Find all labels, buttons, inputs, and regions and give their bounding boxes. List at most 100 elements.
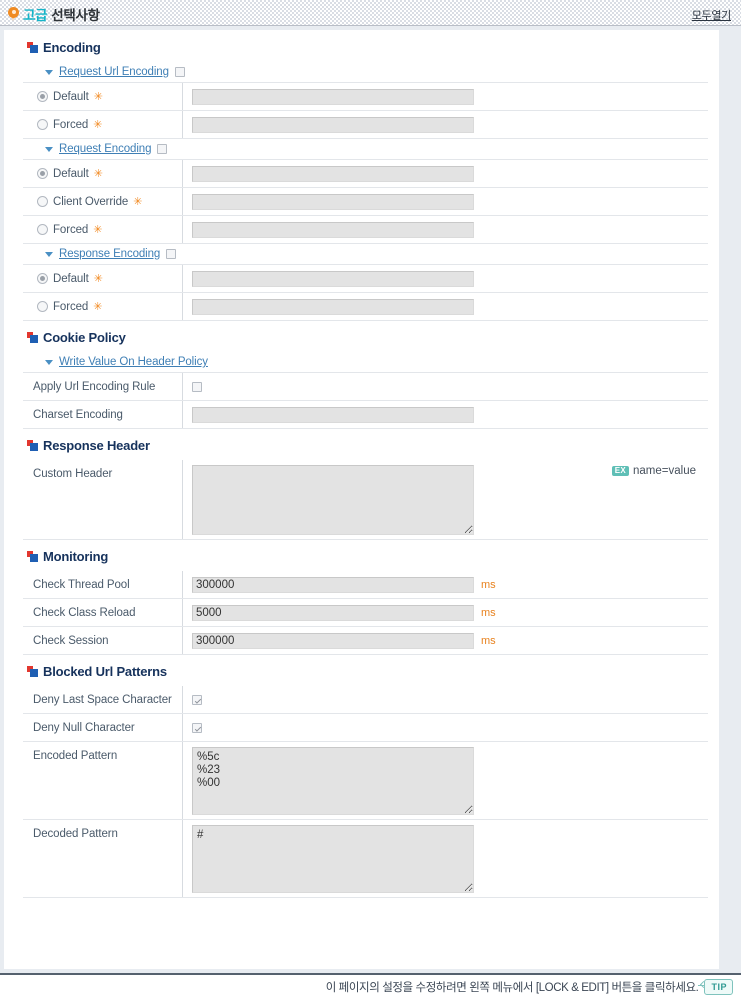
group-header-request-encoding[interactable]: Request Encoding	[23, 139, 708, 160]
radio-default[interactable]	[37, 168, 48, 179]
field-value-cell	[183, 686, 708, 713]
required-asterisk-icon: ✳	[93, 223, 103, 236]
content-frame: Encoding Request Url Encoding Default ✳ Forc…	[0, 26, 741, 973]
radio-forced[interactable]	[37, 119, 48, 130]
textarea-custom-header[interactable]	[192, 465, 474, 535]
required-asterisk-icon: ✳	[93, 300, 103, 313]
tip-badge: TIP	[698, 979, 733, 995]
field-label-cell: Default ✳	[23, 265, 183, 292]
checkbox-deny-null-character[interactable]	[192, 722, 202, 733]
chevron-down-icon[interactable]	[45, 252, 53, 257]
field-label-cell: Apply Url Encoding Rule	[23, 373, 183, 400]
radio-default[interactable]	[37, 273, 48, 284]
section-header: Cookie Policy	[23, 321, 708, 352]
textarea-decoded-pattern[interactable]	[192, 825, 474, 893]
input-charset-encoding[interactable]	[192, 406, 474, 423]
section-header: Blocked Url Patterns	[23, 655, 708, 686]
unit-label: ms	[481, 634, 496, 647]
input-client-override[interactable]	[192, 193, 474, 210]
field-label: Custom Header	[33, 468, 113, 480]
radio-forced[interactable]	[37, 301, 48, 312]
field-value-cell	[183, 216, 708, 243]
field-row: Client Override ✳	[23, 188, 708, 216]
radio-default[interactable]	[37, 91, 48, 102]
field-label: Default	[53, 272, 89, 285]
field-label: Client Override	[53, 195, 129, 208]
group-header-write-value-on-header-policy[interactable]: Write Value On Header Policy	[23, 352, 708, 373]
group-title[interactable]: Response Encoding	[59, 248, 160, 260]
field-row: Decoded Pattern	[23, 820, 708, 898]
required-asterisk-icon: ✳	[93, 118, 103, 131]
page-footer: 이 페이지의 설정을 수정하려면 왼쪽 메뉴에서 [LOCK & EDIT] 버…	[0, 973, 741, 999]
input-forced[interactable]	[192, 298, 474, 315]
input-check-session[interactable]	[192, 632, 474, 649]
field-value-cell	[183, 293, 708, 320]
example-hint-text: name=value	[633, 465, 696, 477]
input-default[interactable]	[192, 270, 474, 287]
input-forced[interactable]	[192, 116, 474, 133]
field-label-cell: Charset Encoding	[23, 401, 183, 428]
section-marker-icon	[27, 440, 38, 451]
input-forced[interactable]	[192, 221, 474, 238]
chevron-down-icon[interactable]	[45, 70, 53, 75]
field-label-cell: Decoded Pattern	[23, 820, 183, 897]
group-header-request-url-encoding[interactable]: Request Url Encoding	[23, 62, 708, 83]
sections-container: Encoding Request Url Encoding Default ✳ Forc…	[5, 31, 718, 898]
section-blocked-url-patterns: Blocked Url Patterns Deny Last Space Char…	[23, 655, 708, 898]
field-label: Check Thread Pool	[33, 578, 130, 591]
section-cookie-policy: Cookie Policy Write Value On Header Polic…	[23, 321, 708, 429]
field-label: Check Session	[33, 634, 109, 647]
panel-title-group: 고급 선택사항	[8, 4, 100, 24]
group-header-response-encoding[interactable]: Response Encoding	[23, 244, 708, 265]
field-label: Charset Encoding	[33, 408, 123, 421]
field-row: Encoded Pattern	[23, 742, 708, 820]
checkbox-deny-last-space-character[interactable]	[192, 694, 202, 705]
field-label-cell: Default ✳	[23, 160, 183, 187]
input-default[interactable]	[192, 165, 474, 182]
field-label: Forced	[53, 300, 89, 313]
field-label-cell: Check Class Reload	[23, 599, 183, 626]
group-toggle-checkbox[interactable]	[166, 249, 177, 259]
input-check-class-reload[interactable]	[192, 604, 474, 621]
field-label-cell: Default ✳	[23, 83, 183, 110]
input-check-thread-pool[interactable]	[192, 576, 474, 593]
field-label-cell: Check Session	[23, 627, 183, 654]
checkbox-apply-url-encoding-rule[interactable]	[192, 381, 202, 392]
field-value-cell: ms	[183, 627, 708, 654]
field-row: Forced ✳	[23, 293, 708, 321]
chevron-down-icon[interactable]	[45, 360, 53, 365]
required-asterisk-icon: ✳	[93, 272, 103, 285]
field-label: Default	[53, 90, 89, 103]
required-asterisk-icon: ✳	[133, 195, 143, 208]
section-header: Response Header	[23, 429, 708, 460]
group-toggle-checkbox[interactable]	[157, 144, 168, 154]
field-value-cell	[183, 83, 708, 110]
group-title[interactable]: Request Url Encoding	[59, 66, 169, 78]
group-toggle-checkbox[interactable]	[174, 67, 185, 77]
advanced-options-page: 고급 선택사항 모두열기 Encoding Request Url Encodin…	[0, 0, 741, 999]
section-title: Monitoring	[43, 549, 109, 564]
panel-titlebar: 고급 선택사항 모두열기	[0, 0, 741, 26]
field-label-cell: Forced ✳	[23, 293, 183, 320]
field-value-cell	[183, 265, 708, 292]
field-value-cell: EX name=value	[183, 460, 708, 539]
open-all-link[interactable]: 모두열기	[692, 7, 732, 23]
chevron-down-icon[interactable]	[45, 147, 53, 152]
section-title: Response Header	[43, 438, 150, 453]
section-title: Encoding	[43, 40, 101, 55]
field-value-cell	[183, 401, 708, 428]
field-value-cell	[183, 188, 708, 215]
field-label-cell: Forced ✳	[23, 111, 183, 138]
field-label: Encoded Pattern	[33, 750, 118, 762]
group-title[interactable]: Write Value On Header Policy	[59, 356, 208, 368]
field-row: Forced ✳	[23, 216, 708, 244]
input-default[interactable]	[192, 88, 474, 105]
section-marker-icon	[27, 666, 38, 677]
radio-client-override[interactable]	[37, 196, 48, 207]
field-row: Check Thread Pool ms	[23, 571, 708, 599]
textarea-encoded-pattern[interactable]	[192, 747, 474, 815]
group-title[interactable]: Request Encoding	[59, 143, 151, 155]
field-row: Default ✳	[23, 265, 708, 293]
section-marker-icon	[27, 332, 38, 343]
radio-forced[interactable]	[37, 224, 48, 235]
